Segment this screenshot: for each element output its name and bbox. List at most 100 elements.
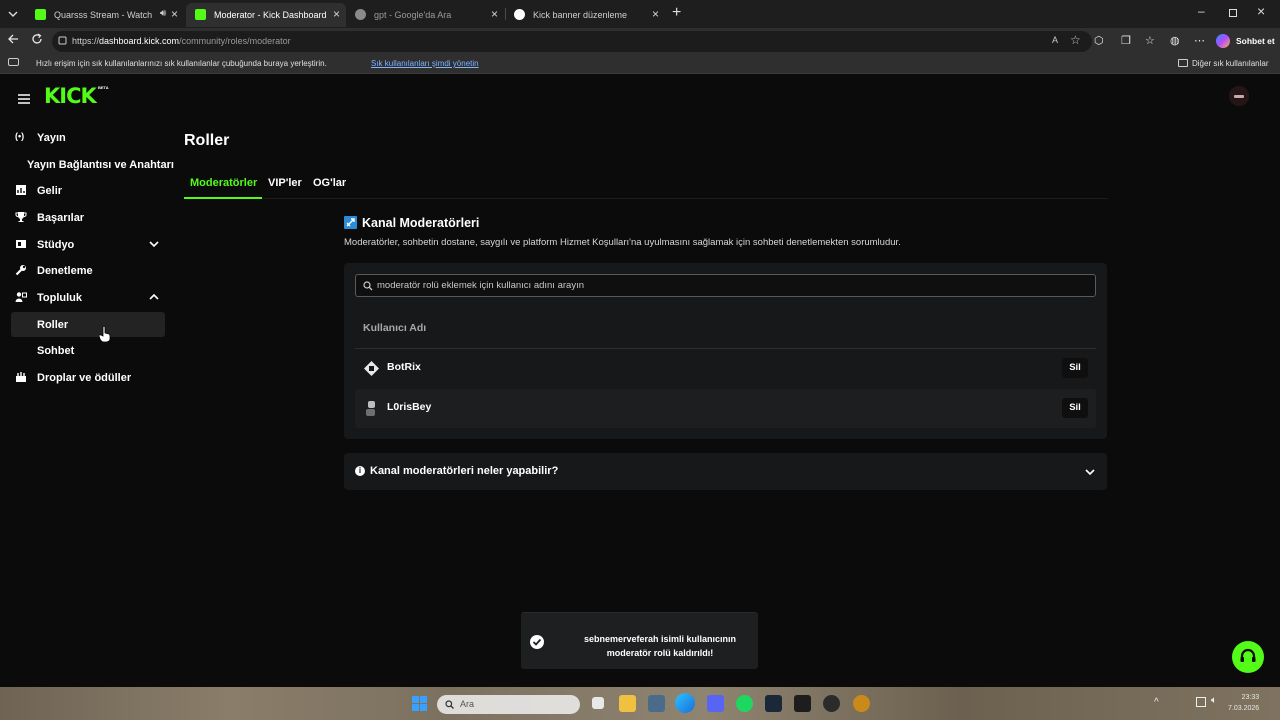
chevron-up-icon[interactable] — [148, 291, 160, 303]
close-tab-icon[interactable]: × — [652, 7, 659, 21]
read-aloud-icon[interactable]: A — [1052, 35, 1058, 45]
extension-icon[interactable]: ⬡ — [1094, 33, 1104, 49]
windows-start-icon[interactable] — [411, 695, 428, 712]
close-tab-icon[interactable]: × — [171, 7, 178, 21]
table-row: BotRix Sil — [355, 349, 1096, 388]
sidebar-item-label: Gelir — [37, 184, 63, 197]
close-tab-icon[interactable]: × — [333, 7, 340, 21]
tab-moderator-dashboard[interactable]: Moderator - Kick Dashboard × — [186, 3, 346, 27]
folder-icon — [1178, 59, 1188, 67]
maximize-icon[interactable] — [1229, 9, 1237, 17]
drops-icon — [15, 371, 27, 383]
moderator-search-input[interactable]: moderatör rolü eklemek için kullanıcı ad… — [355, 274, 1096, 297]
chevron-down-icon[interactable] — [148, 238, 160, 250]
edge-icon[interactable] — [675, 693, 695, 713]
sidebar-item-basarilar[interactable]: Başarılar — [11, 205, 165, 230]
mouse-cursor-icon — [98, 325, 111, 343]
more-menu-icon[interactable]: ⋯ — [1194, 33, 1205, 49]
tray-chevron-icon[interactable]: ^ — [1154, 697, 1159, 708]
sidebar-item-sohbet[interactable]: Sohbet — [11, 338, 165, 363]
close-tab-icon[interactable]: × — [491, 7, 498, 21]
chatgpt-favicon — [514, 9, 525, 20]
moderator-username[interactable]: L0risBey — [387, 401, 431, 413]
tab-moderators[interactable]: Moderatörler — [190, 177, 257, 189]
sidebar-item-studyo[interactable]: Stüdyo — [11, 232, 165, 257]
sidebar-item-stream-key[interactable]: Yayın Bağlantısı ve Anahtarı — [11, 152, 176, 177]
steam-icon[interactable] — [765, 695, 782, 712]
manage-favorites-link[interactable]: Sık kullanılanları şimdi yönetin — [371, 59, 479, 68]
toast-line-1: sebnemerveferah isimli kullanıcının — [583, 634, 737, 644]
network-icon[interactable] — [1196, 697, 1206, 707]
tab-quarsss-stream[interactable]: Quarsss Stream - Watch Live 🔊︎ × — [26, 3, 184, 27]
file-explorer-icon[interactable] — [619, 695, 636, 712]
copilot-icon[interactable] — [1216, 34, 1230, 48]
sidebar-item-label: Roller — [37, 318, 69, 331]
chat-button[interactable]: Sohbet et — [1236, 36, 1275, 46]
favorite-star-icon[interactable]: ☆ — [1070, 33, 1081, 47]
taskbar-clock[interactable]: 23:33 7.03.2026 — [1228, 692, 1259, 714]
wrench-icon — [15, 264, 27, 276]
hamburger-menu-icon[interactable] — [18, 91, 30, 104]
tab-divider — [262, 198, 1108, 199]
url-host: dashboard.kick.com — [99, 36, 180, 46]
sidebar-item-gelir[interactable]: Gelir — [11, 178, 165, 203]
clock-date: 7.03.2026 — [1228, 705, 1260, 712]
sidebar-item-denetleme[interactable]: Denetleme — [11, 258, 165, 283]
info-icon: i — [355, 466, 365, 476]
kick-dashboard: KICK BETA (•) Yayın Yayın Bağlantısı ve … — [0, 75, 1280, 687]
collections-icon[interactable]: ◍ — [1170, 33, 1180, 49]
back-icon[interactable] — [7, 33, 19, 49]
sidebar-item-label: Denetleme — [37, 264, 93, 277]
kick-logo[interactable]: KICK — [44, 86, 97, 107]
search-placeholder: moderatör rolü eklemek için kullanıcı ad… — [377, 280, 584, 291]
tab-vips[interactable]: VIP'ler — [268, 177, 302, 189]
volume-icon[interactable]: 🔈︎ — [1211, 695, 1217, 706]
support-button[interactable] — [1232, 641, 1264, 673]
moderator-username[interactable]: BotRix — [387, 361, 421, 373]
app-icon[interactable] — [823, 695, 840, 712]
minimize-icon[interactable]: – — [1198, 4, 1205, 18]
favorites-icon[interactable]: ☆ — [1145, 33, 1155, 49]
kick-favicon — [35, 9, 46, 20]
new-tab-icon[interactable]: + — [672, 4, 681, 22]
section-description: Moderatörler, sohbetin dostane, saygılı … — [344, 237, 901, 248]
url-field[interactable]: https://dashboard.kick.com/community/rol… — [52, 31, 1092, 52]
toast-line-2: moderatör rolü kaldırıldı! — [606, 648, 714, 658]
close-window-icon[interactable]: × — [1257, 3, 1265, 19]
tab-title: Quarsss Stream - Watch Live — [54, 10, 154, 20]
tab-google-search[interactable]: gpt - Google'da Ara × — [346, 3, 504, 27]
site-info-icon[interactable] — [58, 36, 67, 45]
user-avatar[interactable] — [1229, 86, 1249, 106]
game-launcher-icon[interactable] — [853, 695, 870, 712]
sidebar-item-label: Topluluk — [37, 291, 83, 304]
task-view-icon[interactable] — [592, 697, 604, 709]
address-bar-row: https://dashboard.kick.com/community/rol… — [0, 28, 1280, 54]
moderator-sword-icon — [344, 216, 357, 229]
sidebar-item-droplar[interactable]: Droplar ve ödüller — [11, 365, 165, 390]
tab-actions-chevron-icon[interactable] — [6, 7, 20, 21]
other-favorites[interactable]: Diğer sık kullanılanlar — [1192, 59, 1268, 68]
discord-icon[interactable] — [707, 695, 724, 712]
chevron-down-icon[interactable] — [1084, 465, 1096, 477]
epic-games-icon[interactable] — [794, 695, 811, 712]
tab-kick-banner[interactable]: Kick banner düzenleme × — [505, 3, 665, 27]
tab-ogs[interactable]: OG'lar — [313, 177, 346, 189]
spotify-icon[interactable] — [736, 695, 753, 712]
sidebar-item-roller[interactable]: Roller — [11, 312, 165, 337]
toast-notification: sebnemerveferah isimli kullanıcının mode… — [521, 612, 758, 669]
sidebar-item-topluluk[interactable]: Topluluk — [11, 285, 165, 310]
remove-moderator-button[interactable]: Sil — [1062, 358, 1088, 378]
audio-icon[interactable]: 🔊︎ — [160, 8, 166, 19]
sidebar-item-yayin[interactable]: (•) Yayın — [11, 125, 165, 150]
faq-title: Kanal moderatörleri neler yapabilir? — [370, 465, 559, 477]
moderator-faq-accordion[interactable]: i Kanal moderatörleri neler yapabilir? — [344, 453, 1107, 490]
trophy-icon — [15, 211, 27, 223]
refresh-icon[interactable] — [31, 33, 43, 49]
remove-moderator-button[interactable]: Sil — [1062, 398, 1088, 418]
check-circle-icon — [530, 635, 544, 649]
calculator-icon[interactable] — [648, 695, 665, 712]
favorites-hint: Hızlı erişim için sık kullanılanlarınızı… — [36, 59, 327, 68]
split-screen-icon[interactable]: ❐ — [1121, 33, 1131, 49]
taskbar-search-input[interactable]: Ara — [437, 695, 580, 714]
tab-title: Moderator - Kick Dashboard — [214, 10, 327, 20]
